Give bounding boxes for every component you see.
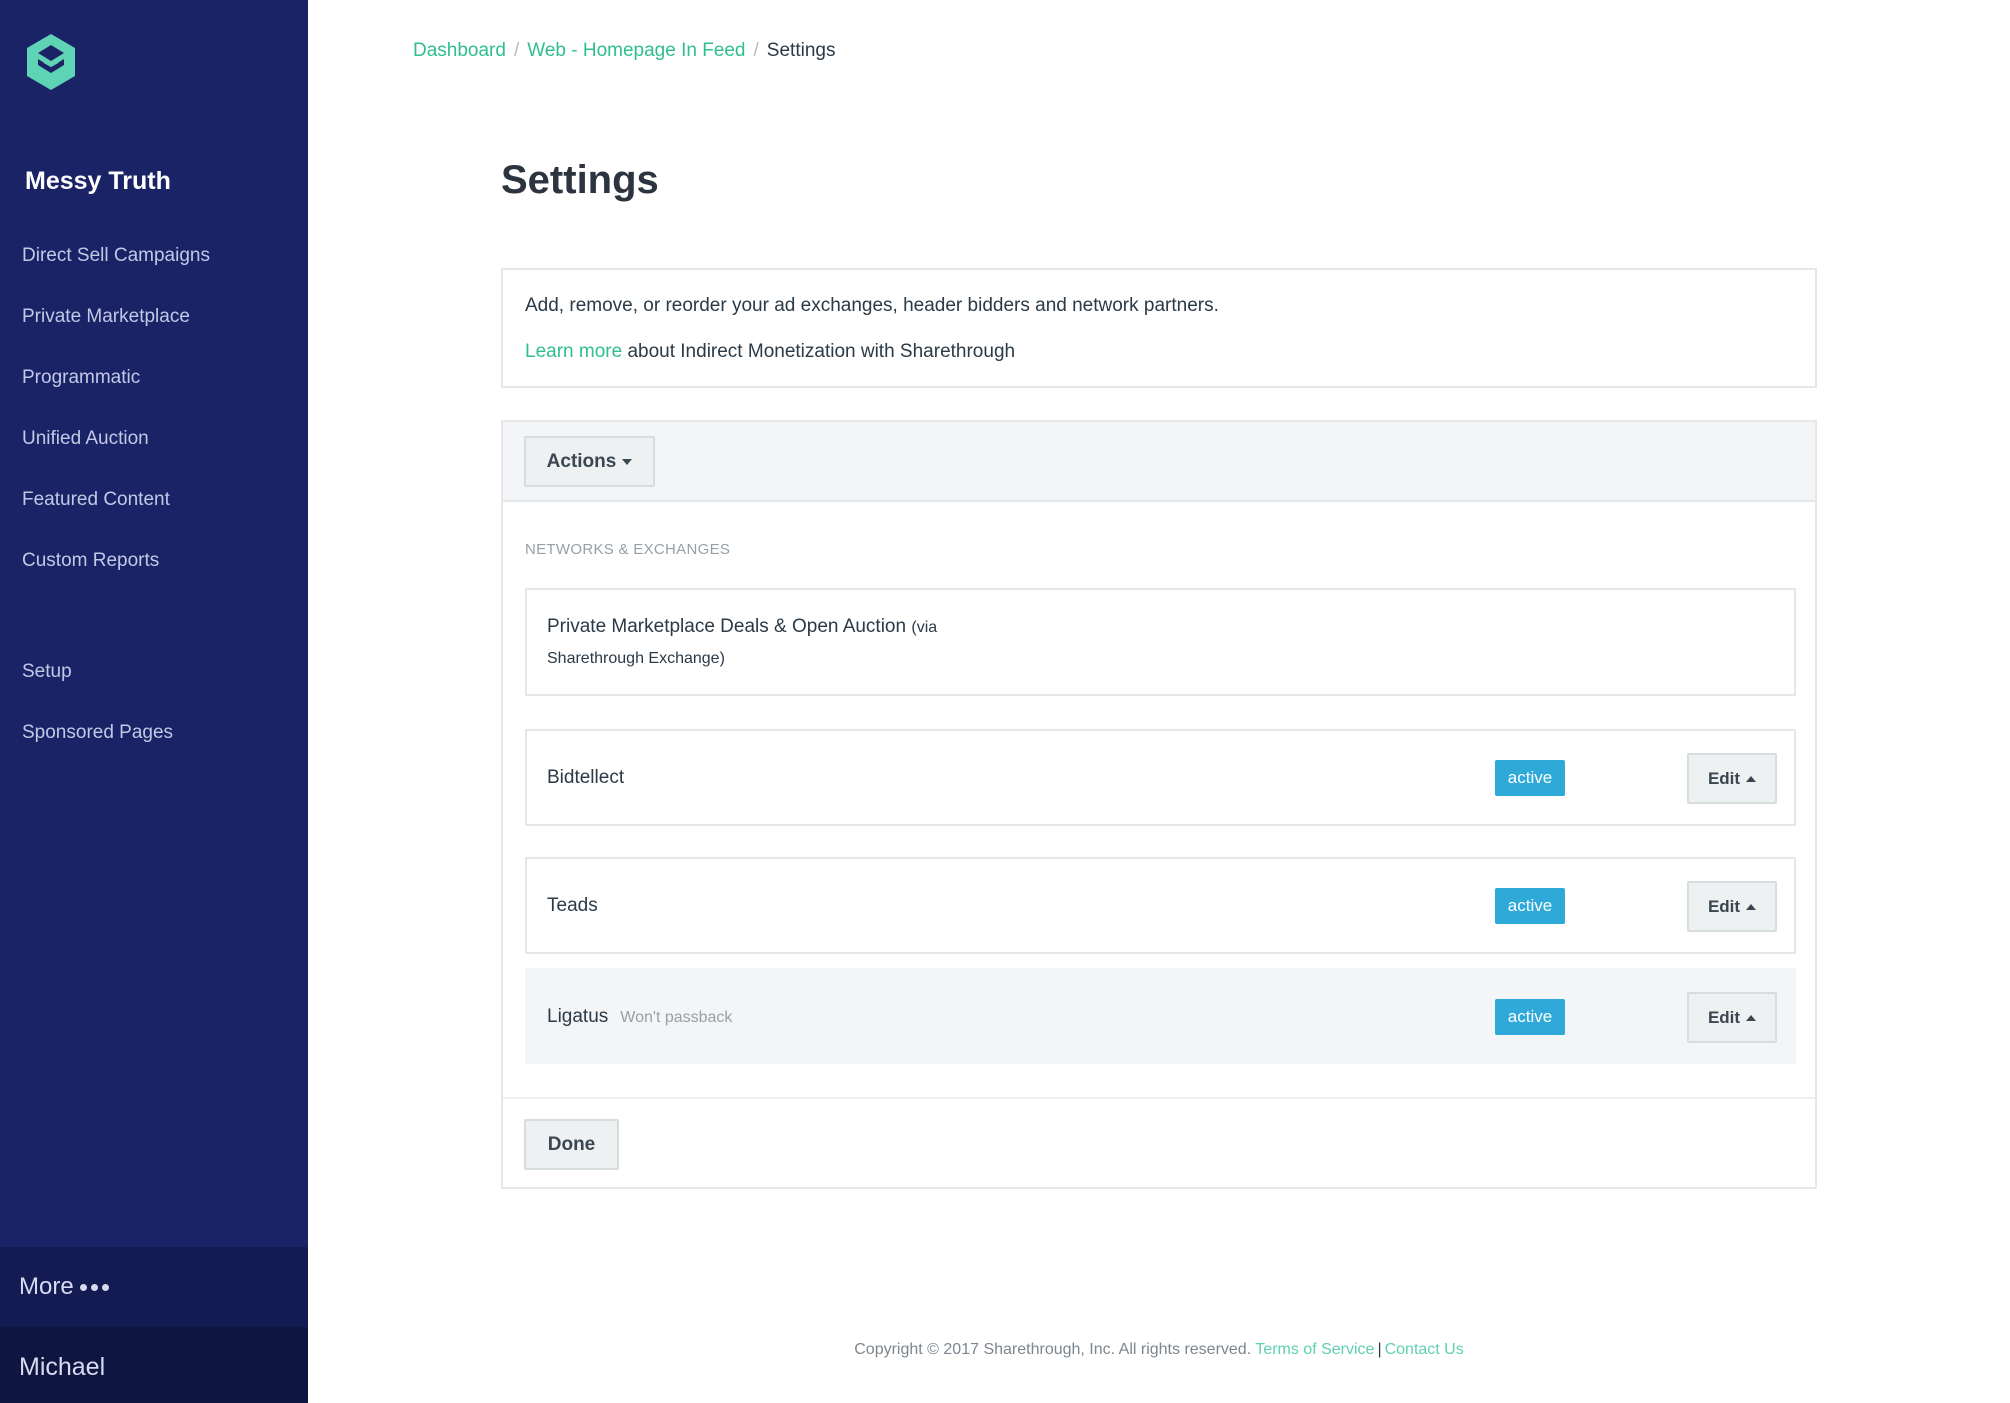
caret-up-icon xyxy=(1746,903,1757,910)
breadcrumb-current: Settings xyxy=(766,40,836,61)
learn-more-text: about Indirect Monetization with Shareth… xyxy=(622,341,1016,362)
sharethrough-logo-icon[interactable] xyxy=(24,32,78,92)
section-label: NETWORKS & EXCHANGES xyxy=(525,541,731,558)
partner-name: Ligatus Won't passback xyxy=(547,1006,733,1027)
more-label: More xyxy=(19,1273,74,1300)
breadcrumb-separator: / xyxy=(753,40,759,61)
breadcrumb-dashboard[interactable]: Dashboard xyxy=(413,40,506,61)
page-title: Settings xyxy=(501,158,659,202)
partners-panel: Actions NETWORKS & EXCHANGES Private Mar… xyxy=(501,420,1817,1189)
edit-button[interactable]: Edit xyxy=(1687,753,1777,804)
partner-row-teads[interactable]: Teads active Edit xyxy=(525,857,1796,954)
learn-more-link[interactable]: Learn more xyxy=(525,341,622,362)
edit-label: Edit xyxy=(1707,896,1741,916)
sidebar-item-featured-content[interactable]: Featured Content xyxy=(22,489,170,511)
breadcrumb-separator: / xyxy=(513,40,520,61)
caret-down-icon xyxy=(622,458,633,465)
sidebar-item-unified-auction[interactable]: Unified Auction xyxy=(22,428,149,450)
status-badge: active xyxy=(1495,760,1565,796)
partner-subtitle: Sharethrough Exchange) xyxy=(547,650,725,667)
sidebar-more-menu[interactable]: More xyxy=(0,1247,308,1327)
partner-name: Teads xyxy=(547,895,598,916)
org-name: Messy Truth xyxy=(25,167,171,195)
actions-dropdown-button[interactable]: Actions xyxy=(524,436,655,487)
partner-row-bidtellect[interactable]: Bidtellect active Edit xyxy=(525,729,1796,826)
edit-button[interactable]: Edit xyxy=(1687,992,1777,1043)
info-box: Add, remove, or reorder your ad exchange… xyxy=(501,268,1817,388)
sidebar-item-custom-reports[interactable]: Custom Reports xyxy=(22,550,159,572)
breadcrumb-placement[interactable]: Web - Homepage In Feed xyxy=(527,40,745,61)
status-badge: active xyxy=(1495,888,1565,924)
panel-header: Actions xyxy=(503,422,1815,502)
actions-label: Actions xyxy=(546,450,617,472)
sidebar-item-programmatic[interactable]: Programmatic xyxy=(22,367,140,389)
sidebar-item-sponsored-pages[interactable]: Sponsored Pages xyxy=(22,722,173,744)
panel-divider xyxy=(503,1097,1815,1099)
sidebar-item-private-marketplace[interactable]: Private Marketplace xyxy=(22,306,190,328)
footer-separator: | xyxy=(1377,1341,1382,1358)
partner-row-private-marketplace[interactable]: Private Marketplace Deals & Open Auction… xyxy=(525,588,1796,696)
edit-label: Edit xyxy=(1707,768,1741,788)
edit-button[interactable]: Edit xyxy=(1687,881,1777,932)
copyright-text: Copyright © 2017 Sharethrough, Inc. All … xyxy=(854,1341,1252,1358)
contact-us-link[interactable]: Contact Us xyxy=(1385,1341,1464,1358)
ellipsis-icon xyxy=(80,1284,109,1291)
caret-up-icon xyxy=(1746,1014,1757,1021)
sidebar: Messy Truth Direct Sell Campaigns Privat… xyxy=(0,0,308,1403)
sidebar-item-setup[interactable]: Setup xyxy=(22,661,72,683)
partner-name: Private Marketplace Deals & Open Auction… xyxy=(547,616,938,637)
terms-of-service-link[interactable]: Terms of Service xyxy=(1255,1341,1374,1358)
done-button[interactable]: Done xyxy=(524,1119,619,1170)
edit-label: Edit xyxy=(1707,1007,1741,1027)
sidebar-item-direct-sell-campaigns[interactable]: Direct Sell Campaigns xyxy=(22,245,210,267)
breadcrumb: Dashboard / Web - Homepage In Feed / Setting… xyxy=(413,40,835,62)
info-learn-more-line: Learn more about Indirect Monetization w… xyxy=(525,341,1015,363)
copyright-footer: Copyright © 2017 Sharethrough, Inc. All … xyxy=(0,1341,2010,1359)
user-menu[interactable]: Michael xyxy=(0,1327,308,1403)
status-badge: active xyxy=(1495,999,1565,1035)
partner-row-ligatus[interactable]: Ligatus Won't passback active Edit xyxy=(525,968,1796,1064)
partner-note: Won't passback xyxy=(620,1009,733,1026)
partner-name: Bidtellect xyxy=(547,767,625,788)
caret-up-icon xyxy=(1746,775,1757,782)
info-description: Add, remove, or reorder your ad exchange… xyxy=(525,295,1219,316)
